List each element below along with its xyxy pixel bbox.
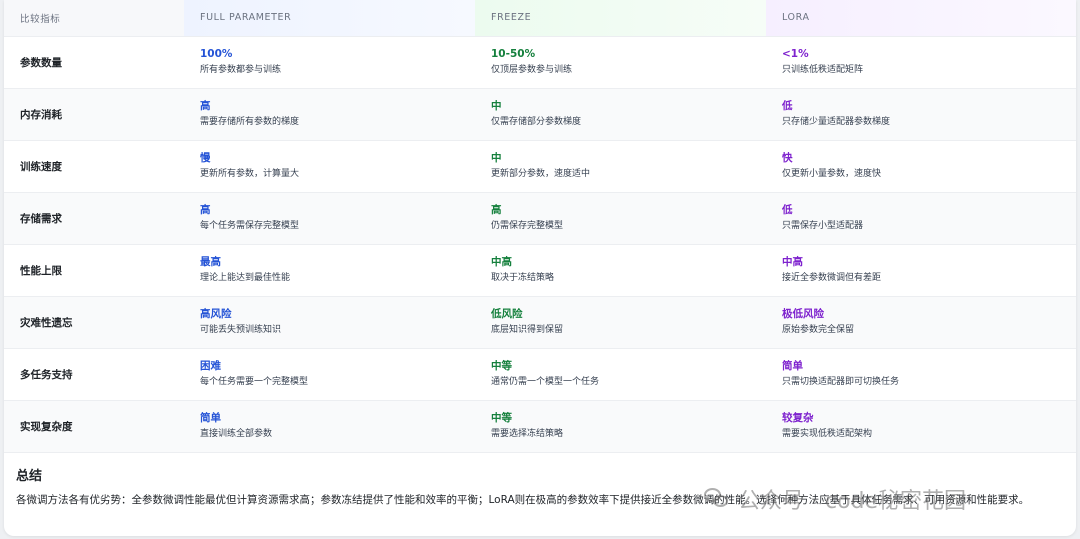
summary-title: 总结: [16, 468, 43, 484]
cell-lora: 低只需保存小型适配器: [766, 192, 1076, 244]
freeze-description: 需要选择冻结策略: [491, 429, 564, 439]
full-description: 每个任务需要一个完整模型: [200, 377, 309, 387]
cell-freeze: 10-50% 仅顶层参数参与训练: [475, 36, 766, 88]
full-value: 高风险: [200, 308, 232, 320]
full-value: 慢: [200, 152, 211, 164]
freeze-description: 仅需存储部分参数梯度: [491, 117, 582, 127]
lora-value: 较复杂: [782, 412, 814, 424]
cell-freeze: 中高 取决于冻结策略: [475, 244, 766, 296]
full-description: 更新所有参数，计算量大: [200, 169, 300, 179]
metric-label: 灾难性遗忘: [20, 316, 73, 329]
cell-freeze: 中等需要选择冻结策略: [475, 400, 766, 452]
freeze-value: 中等: [491, 412, 512, 424]
cell-full: 100% 所有参数都参与训练: [184, 36, 475, 88]
metric-label: 存储需求: [20, 212, 62, 225]
lora-description: 需要实现低秩适配架构: [782, 429, 873, 439]
freeze-value: 中: [491, 100, 502, 112]
cell-full: 困难每个任务需要一个完整模型: [184, 348, 475, 400]
cell-full: 简单直接训练全部参数: [184, 400, 475, 452]
lora-description: 原始参数完全保留: [782, 325, 855, 335]
metric-label: 内存消耗: [20, 108, 62, 121]
full-value: 最高: [200, 256, 221, 268]
freeze-value: 低风险: [491, 308, 523, 320]
cell-full: 最高理论上能达到最佳性能: [184, 244, 475, 296]
freeze-description: 取决于冻结策略: [491, 273, 555, 283]
freeze-value: 中: [491, 152, 502, 164]
full-description: 直接训练全部参数: [200, 429, 273, 439]
freeze-value: 高: [491, 204, 502, 216]
cell-full: 高风险可能丢失预训练知识: [184, 296, 475, 348]
cell-lora: 中高接近全参数微调但有差距: [766, 244, 1076, 296]
header-full-parameter: FULL PARAMETER: [184, 0, 475, 37]
lora-value: 极低风险: [782, 308, 824, 320]
cell-freeze: 中更新部分参数，速度适中: [475, 140, 766, 192]
freeze-description: 底层知识得到保留: [491, 325, 564, 335]
full-description: 每个任务需保存完整模型: [200, 221, 300, 231]
lora-value: 低: [782, 100, 793, 112]
freeze-description: 通常仍需一个模型一个任务: [491, 377, 600, 387]
cell-lora: 快仅更新小量参数，速度快: [766, 140, 1076, 192]
full-value: 高: [200, 204, 211, 216]
metric-label: 参数数量: [20, 56, 62, 69]
header-metric: 比较指标: [4, 0, 184, 37]
lora-value: <1%: [782, 48, 809, 60]
table-header-row: 比较指标 FULL PARAMETER FREEZE LORA: [4, 0, 1076, 37]
summary-text: 各微调方法各有优劣势：全参数微调性能最优但计算资源需求高；参数冻结提供了性能和效…: [16, 493, 1030, 506]
cell-full: 高每个任务需保存完整模型: [184, 192, 475, 244]
full-description: 可能丢失预训练知识: [200, 325, 282, 335]
cell-freeze: 高仍需保存完整模型: [475, 192, 766, 244]
table-row: 实现复杂度 简单 直接训练全部参数 中等 需要选择冻结策略 较复杂 需要实现低秩适配架构: [4, 400, 1076, 452]
lora-value: 中高: [782, 256, 803, 268]
freeze-description: 仍需保存完整模型: [491, 221, 564, 231]
metric-label: 实现复杂度: [20, 420, 73, 433]
cell-freeze: 中等通常仍需一个模型一个任务: [475, 348, 766, 400]
metric-label: 训练速度: [20, 160, 62, 173]
freeze-description: 更新部分参数，速度适中: [491, 169, 591, 179]
metric-label: 多任务支持: [20, 368, 73, 381]
summary-section: 总结 各微调方法各有优劣势：全参数微调性能最优但计算资源需求高；参数冻结提供了性…: [4, 453, 1076, 509]
lora-description: 接近全参数微调但有差距: [782, 273, 882, 283]
cell-lora: 简单只需切换适配器即可切换任务: [766, 348, 1076, 400]
lora-description: 只训练低秩适配矩阵: [782, 65, 864, 75]
table-row: 灾难性遗忘 高风险 可能丢失预训练知识 低风险 底层知识得到保留 极低风险 原始参数完全保留: [4, 296, 1076, 348]
freeze-value: 中高: [491, 256, 512, 268]
table-row: 训练速度慢更新所有参数，计算量大中更新部分参数，速度适中快仅更新小量参数，速度快: [4, 140, 1076, 192]
freeze-value: 10-50%: [491, 48, 536, 60]
table-row: 参数数量 100% 所有参数都参与训练 10-50% 仅顶层参数参与训练 <1% 只训练低秩…: [4, 36, 1076, 88]
table-row: 内存消耗高需要存储所有参数的梯度中仅需存储部分参数梯度低只存储少量适配器参数梯度: [4, 88, 1076, 140]
lora-description: 只存储少量适配器参数梯度: [782, 117, 891, 127]
cell-full: 慢更新所有参数，计算量大: [184, 140, 475, 192]
full-description: 所有参数都参与训练: [200, 65, 282, 75]
lora-description: 只需切换适配器即可切换任务: [782, 377, 900, 387]
header-lora: LORA: [766, 0, 1076, 37]
lora-value: 简单: [782, 360, 803, 372]
header-freeze: FREEZE: [475, 0, 766, 37]
lora-value: 快: [782, 152, 793, 164]
lora-description: 仅更新小量参数，速度快: [782, 169, 882, 179]
table-row: 多任务支持 困难 每个任务需要一个完整模型 中等 通常仍需一个模型一个任务 简单 只需切换适…: [4, 348, 1076, 400]
cell-lora: 较复杂需要实现低秩适配架构: [766, 400, 1076, 452]
cell-full: 高需要存储所有参数的梯度: [184, 88, 475, 140]
metric-label: 性能上限: [20, 264, 62, 277]
cell-lora: 低只存储少量适配器参数梯度: [766, 88, 1076, 140]
cell-lora: 极低风险原始参数完全保留: [766, 296, 1076, 348]
cell-freeze: 中仅需存储部分参数梯度: [475, 88, 766, 140]
freeze-description: 仅顶层参数参与训练: [491, 65, 573, 75]
lora-value: 低: [782, 204, 793, 216]
full-value: 简单: [200, 412, 221, 424]
lora-description: 只需保存小型适配器: [782, 221, 864, 231]
table-row: 性能上限 最高 理论上能达到最佳性能 中高 取决于冻结策略 中高 接近全参数微调但有差距: [4, 244, 1076, 296]
freeze-value: 中等: [491, 360, 512, 372]
full-description: 理论上能达到最佳性能: [200, 273, 291, 283]
full-description: 需要存储所有参数的梯度: [200, 117, 300, 127]
table-row: 存储需求高每个任务需保存完整模型高仍需保存完整模型低只需保存小型适配器: [4, 192, 1076, 244]
cell-freeze: 低风险底层知识得到保留: [475, 296, 766, 348]
comparison-card: 比较指标 FULL PARAMETER FREEZE LORA 参数数量 100%…: [4, 0, 1076, 536]
comparison-table: 比较指标 FULL PARAMETER FREEZE LORA 参数数量 100%…: [4, 0, 1076, 453]
full-value: 高: [200, 100, 211, 112]
full-value: 100%: [200, 48, 233, 60]
cell-lora: <1% 只训练低秩适配矩阵: [766, 36, 1076, 88]
full-value: 困难: [200, 360, 221, 372]
